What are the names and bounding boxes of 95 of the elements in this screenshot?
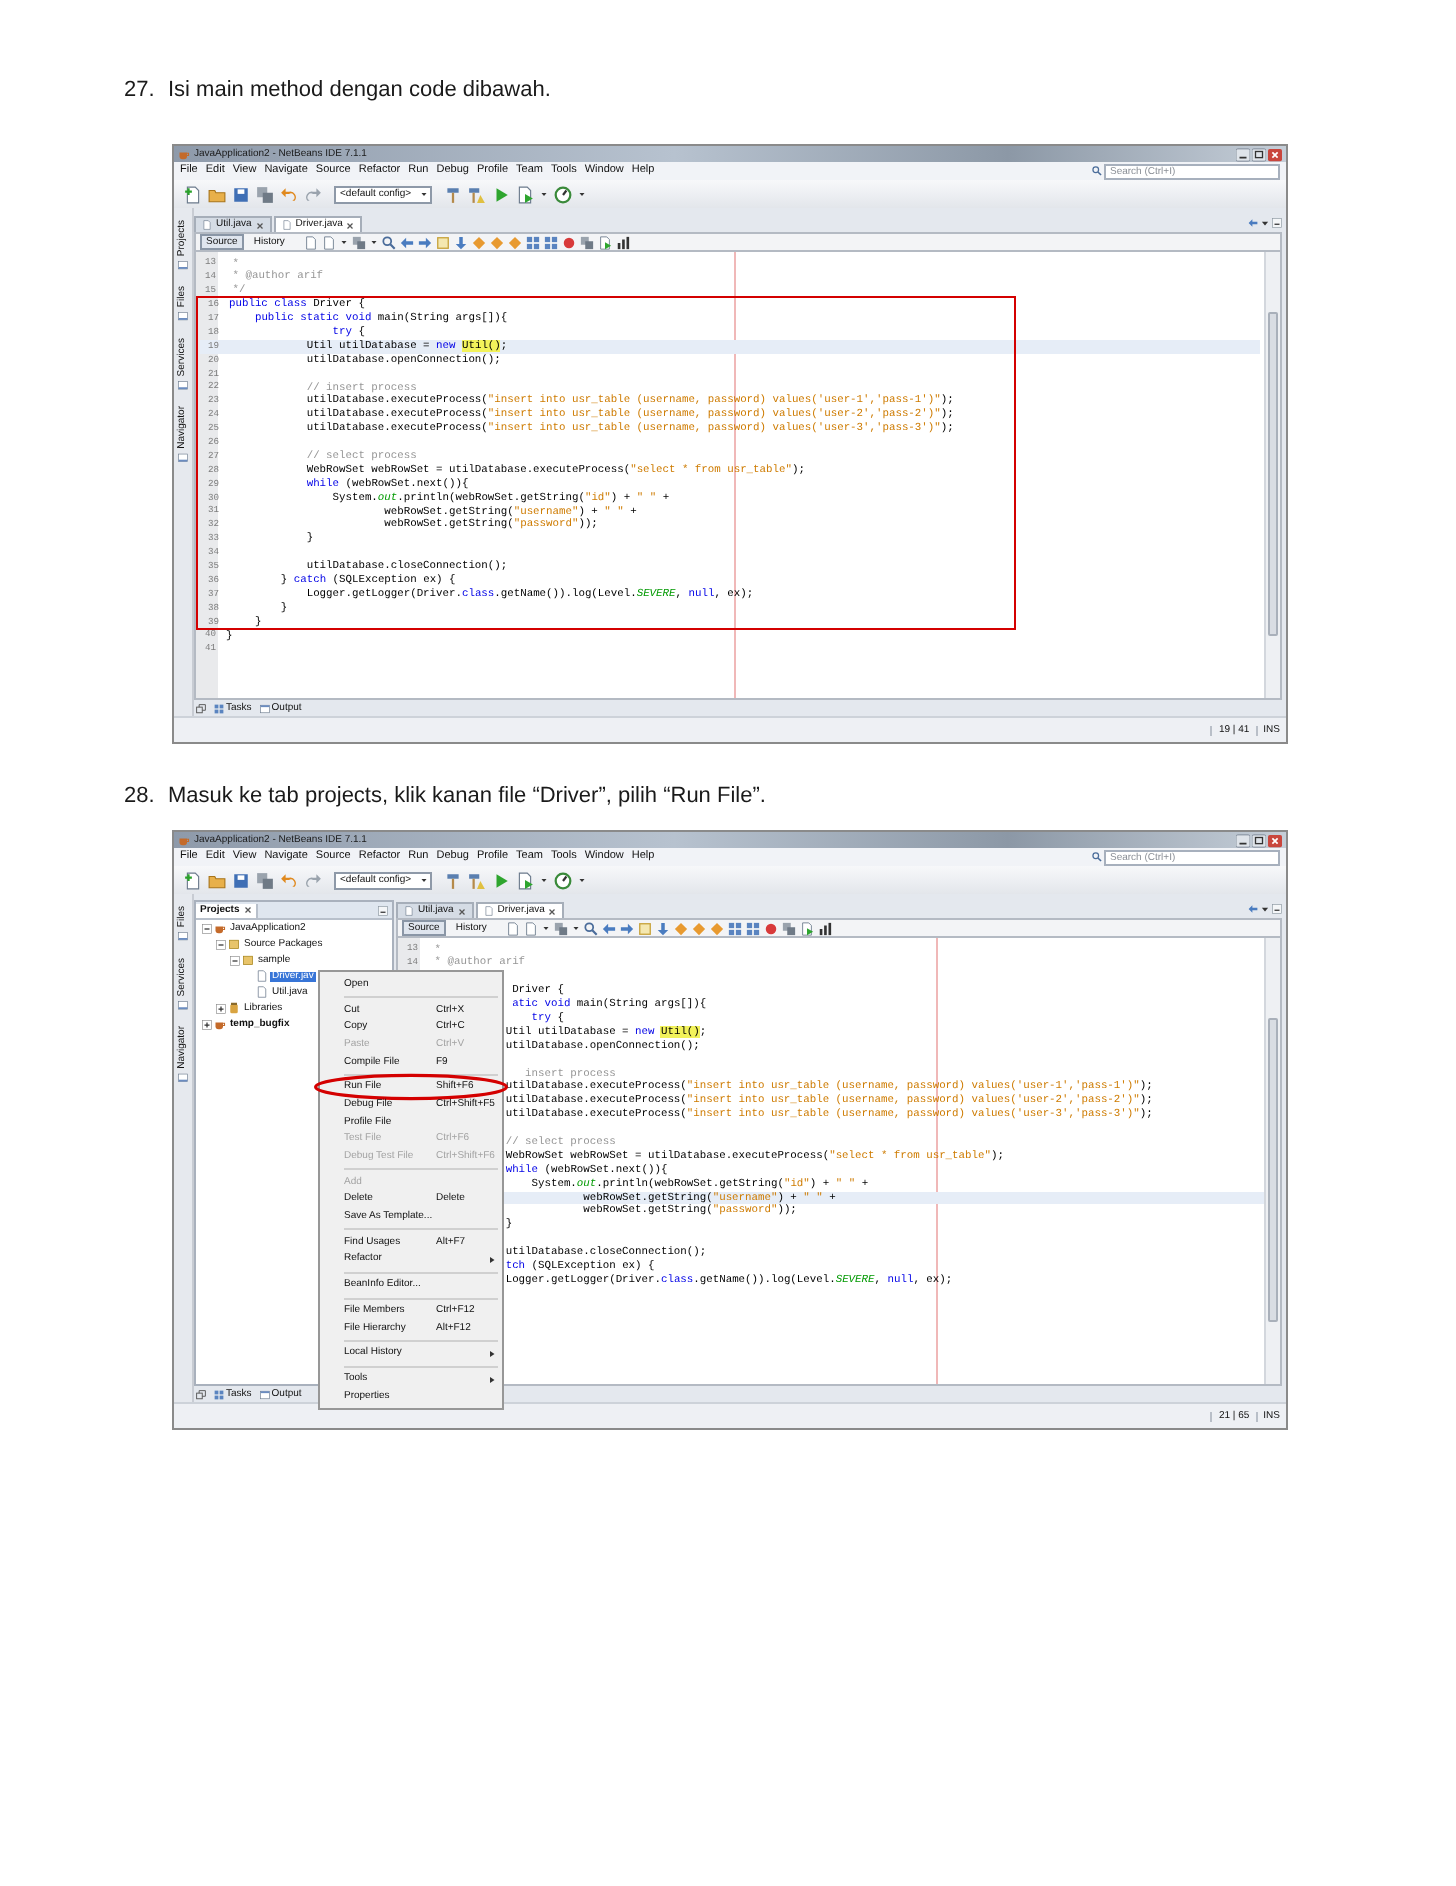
scroll-thumb[interactable] — [1268, 312, 1278, 636]
close-icon[interactable] — [243, 906, 252, 914]
play-icon[interactable] — [492, 185, 510, 203]
right-arrow-icon[interactable] — [620, 921, 635, 935]
square-icon[interactable] — [638, 921, 653, 935]
collapse-icon[interactable] — [230, 955, 240, 965]
caret-icon[interactable] — [540, 876, 548, 884]
collapse-icon[interactable] — [202, 923, 212, 933]
hammer-icon[interactable] — [444, 185, 462, 203]
maximize-icon[interactable] — [1252, 147, 1266, 161]
window-icon — [259, 1389, 270, 1399]
grid-icon[interactable] — [746, 921, 761, 935]
search-icon — [1092, 166, 1102, 176]
window-icon — [178, 1072, 188, 1083]
caret-icon[interactable] — [370, 238, 379, 246]
window-icon — [178, 452, 188, 463]
bar-chart-icon[interactable] — [818, 921, 833, 935]
page-play-icon[interactable] — [516, 185, 534, 203]
minimize-icon[interactable] — [1236, 147, 1250, 161]
caret-icon[interactable] — [572, 924, 581, 932]
stack-icon[interactable] — [554, 921, 569, 935]
stack-icon[interactable] — [782, 921, 797, 935]
folder-icon[interactable] — [208, 871, 226, 889]
window-icon — [178, 379, 188, 390]
stack-icon[interactable] — [256, 185, 274, 203]
dot-icon[interactable] — [764, 921, 779, 935]
down-arrow-icon[interactable] — [454, 235, 469, 249]
window-icon — [178, 999, 188, 1010]
close-icon[interactable] — [548, 907, 557, 915]
caret-icon[interactable] — [1260, 218, 1270, 228]
collapse-icon[interactable] — [216, 939, 226, 949]
magnifier-icon[interactable] — [584, 921, 599, 935]
app-icon — [178, 834, 190, 846]
caret-icon[interactable] — [578, 876, 586, 884]
hammer-icon[interactable] — [444, 871, 462, 889]
expand-icon[interactable] — [202, 1019, 212, 1029]
grid-icon[interactable] — [544, 235, 559, 249]
step-instruction: Masuk ke tab projects, klik kanan file “Driver”, pilih “Run File”. — [168, 782, 766, 810]
close-icon[interactable] — [346, 221, 355, 229]
stack-icon[interactable] — [580, 235, 595, 249]
minimize-icon[interactable] — [1236, 833, 1250, 847]
magnifier-icon[interactable] — [382, 235, 397, 249]
minimize-icon[interactable] — [378, 905, 388, 915]
search-icon — [1092, 852, 1102, 862]
play-icon[interactable] — [492, 871, 510, 889]
step-instruction: Isi main method dengan code dibawah. — [168, 76, 551, 104]
grid-icon — [214, 1389, 224, 1399]
hammer-broom-icon[interactable] — [468, 871, 486, 889]
left-arrow-icon[interactable] — [400, 235, 415, 249]
caret-icon[interactable] — [1260, 904, 1270, 914]
gauge-icon[interactable] — [554, 185, 572, 203]
new-file-icon[interactable] — [184, 185, 202, 203]
page-play-icon[interactable] — [516, 871, 534, 889]
hammer-broom-icon[interactable] — [468, 185, 486, 203]
redo-icon[interactable] — [304, 871, 322, 889]
close-icon[interactable] — [457, 907, 466, 915]
caret-icon — [420, 190, 428, 198]
grid-icon[interactable] — [526, 235, 541, 249]
grid-icon[interactable] — [728, 921, 743, 935]
caret-icon[interactable] — [578, 190, 586, 198]
coffee-cup-icon — [214, 922, 226, 934]
down-arrow-icon[interactable] — [656, 921, 671, 935]
undo-icon[interactable] — [280, 871, 298, 889]
dot-icon[interactable] — [562, 235, 577, 249]
right-arrow-icon[interactable] — [418, 235, 433, 249]
undo-icon[interactable] — [280, 185, 298, 203]
window-icon — [178, 311, 188, 322]
maximize-icon[interactable] — [1252, 833, 1266, 847]
restore-icon[interactable] — [196, 703, 206, 713]
expand-icon[interactable] — [216, 1003, 226, 1013]
bar-chart-icon[interactable] — [616, 235, 631, 249]
redo-icon[interactable] — [304, 185, 322, 203]
window-icon — [178, 260, 188, 271]
scrollbar[interactable] — [1264, 938, 1280, 1384]
window-icon — [259, 703, 270, 713]
jar-icon — [228, 1002, 240, 1014]
restore-icon[interactable] — [196, 1389, 206, 1399]
gauge-icon[interactable] — [554, 871, 572, 889]
window-icon — [178, 931, 188, 942]
scrollbar[interactable] — [1264, 252, 1280, 698]
stack-icon[interactable] — [256, 871, 274, 889]
stack-icon[interactable] — [352, 235, 367, 249]
square-icon[interactable] — [436, 235, 451, 249]
new-file-icon[interactable] — [184, 871, 202, 889]
coffee-cup-icon — [214, 1018, 226, 1030]
left-arrow-icon[interactable] — [602, 921, 617, 935]
caret-icon[interactable] — [540, 190, 548, 198]
caret-icon — [420, 876, 428, 884]
app-icon — [178, 148, 190, 160]
step-number: 27. — [124, 76, 157, 104]
step-number: 28. — [124, 782, 157, 810]
close-icon[interactable] — [255, 221, 264, 229]
folder-icon[interactable] — [208, 185, 226, 203]
scroll-thumb[interactable] — [1268, 1018, 1278, 1322]
grid-icon — [214, 703, 224, 713]
